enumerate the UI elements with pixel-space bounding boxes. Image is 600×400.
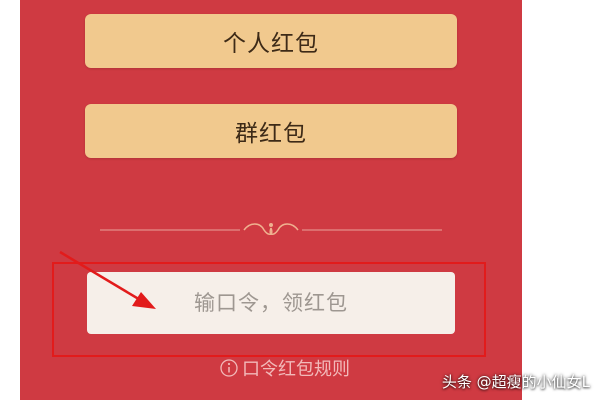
rules-link-label: 口令红包规则: [242, 359, 350, 380]
group-red-packet-button[interactable]: 群红包: [85, 104, 457, 158]
watermark: 头条 @超瘦的小仙女L: [441, 373, 590, 391]
personal-red-packet-button[interactable]: 个人红包: [85, 14, 457, 68]
code-red-packet-rules-link[interactable]: 口令红包规则: [220, 356, 350, 380]
red-packet-panel: 个人红包 群红包 口令红包规则: [20, 0, 522, 400]
password-code-input[interactable]: [87, 272, 455, 334]
info-icon: [220, 359, 238, 377]
ornamental-divider: [100, 223, 442, 235]
